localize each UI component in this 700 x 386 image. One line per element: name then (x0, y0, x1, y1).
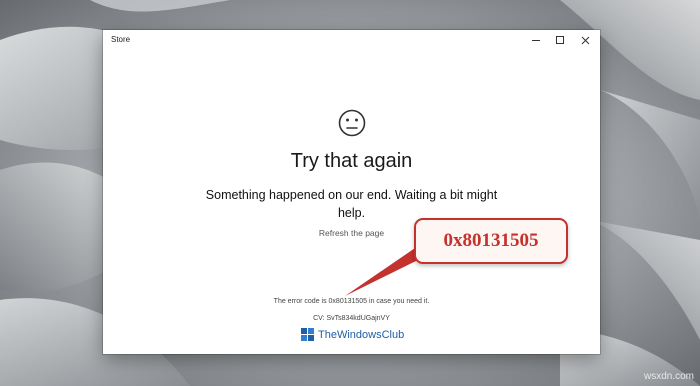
site-watermark: wsxdn.com (643, 371, 694, 382)
error-code-callout: 0x80131505 (414, 218, 568, 264)
callout-text: 0x80131505 (443, 230, 539, 251)
callout-pointer-icon (345, 246, 422, 296)
